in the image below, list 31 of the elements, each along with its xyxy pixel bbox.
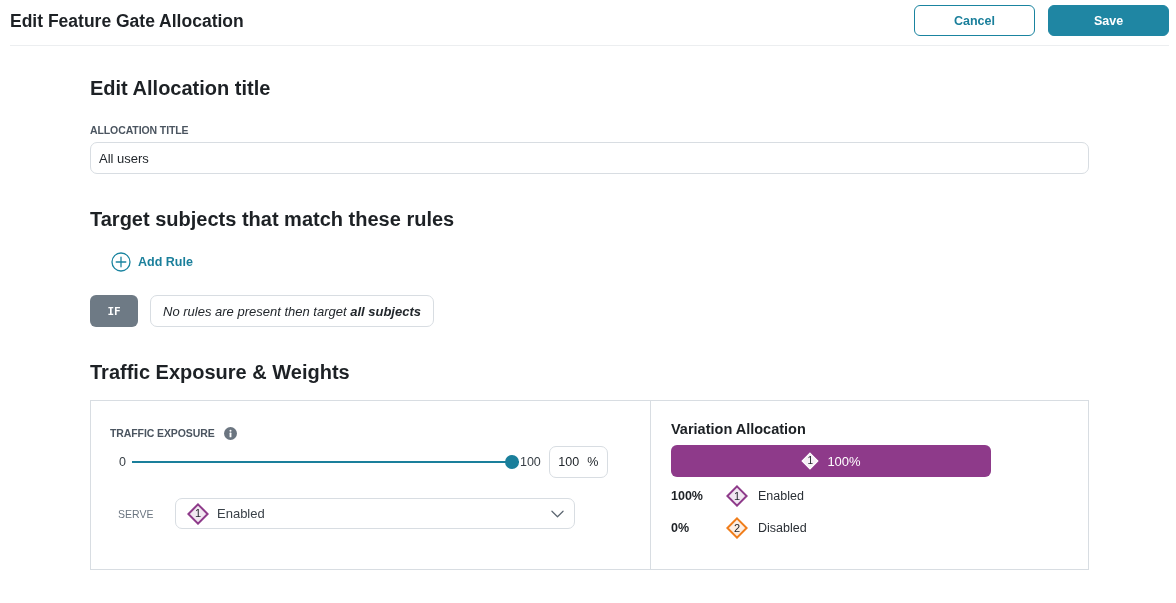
variation-name: Enabled	[758, 489, 804, 503]
variation-badge: 1	[187, 502, 209, 525]
variation-badge: 2	[726, 517, 748, 539]
slider-handle[interactable]	[504, 455, 519, 469]
title-input[interactable]: All users	[90, 142, 1089, 174]
variation-badge: 1	[801, 452, 820, 470]
add-rule-button[interactable]: Add Rule	[111, 252, 193, 272]
plus-circle-icon	[111, 252, 131, 272]
variation-share: 0%	[671, 521, 691, 535]
field-label: TRAFFIC EXPOSURE	[110, 427, 215, 439]
variation-name: Disabled	[758, 521, 807, 535]
serve-select[interactable]: 1 Enabled	[175, 498, 575, 529]
serve-label: SERVE	[118, 507, 155, 520]
section-heading: Edit Allocation title	[90, 76, 272, 100]
info-icon[interactable]	[223, 426, 237, 440]
field-label: ALLOCATION TITLE	[90, 124, 190, 136]
page-title: Edit Feature Gate Allocation	[10, 9, 244, 32]
allocation-title: Variation Allocation	[671, 420, 807, 438]
variation-badge: 1	[726, 485, 748, 507]
slider-max-label: 100	[519, 455, 541, 469]
slider-min-label: 0	[119, 455, 126, 469]
section-heading: Traffic Exposure & Weights	[90, 360, 351, 384]
rule-summary: No rules are present then target all subjects	[150, 295, 434, 327]
cancel-button[interactable]: Cancel	[914, 5, 1035, 36]
if-badge: IF	[90, 295, 138, 327]
chevron-down-icon	[551, 509, 564, 518]
segment-label: 100%	[827, 453, 861, 469]
section-heading: Target subjects that match these rules	[90, 207, 456, 231]
variation-share: 100%	[671, 489, 704, 503]
save-button[interactable]: Save	[1048, 5, 1169, 36]
percent-input[interactable]: 100 %	[548, 446, 608, 478]
